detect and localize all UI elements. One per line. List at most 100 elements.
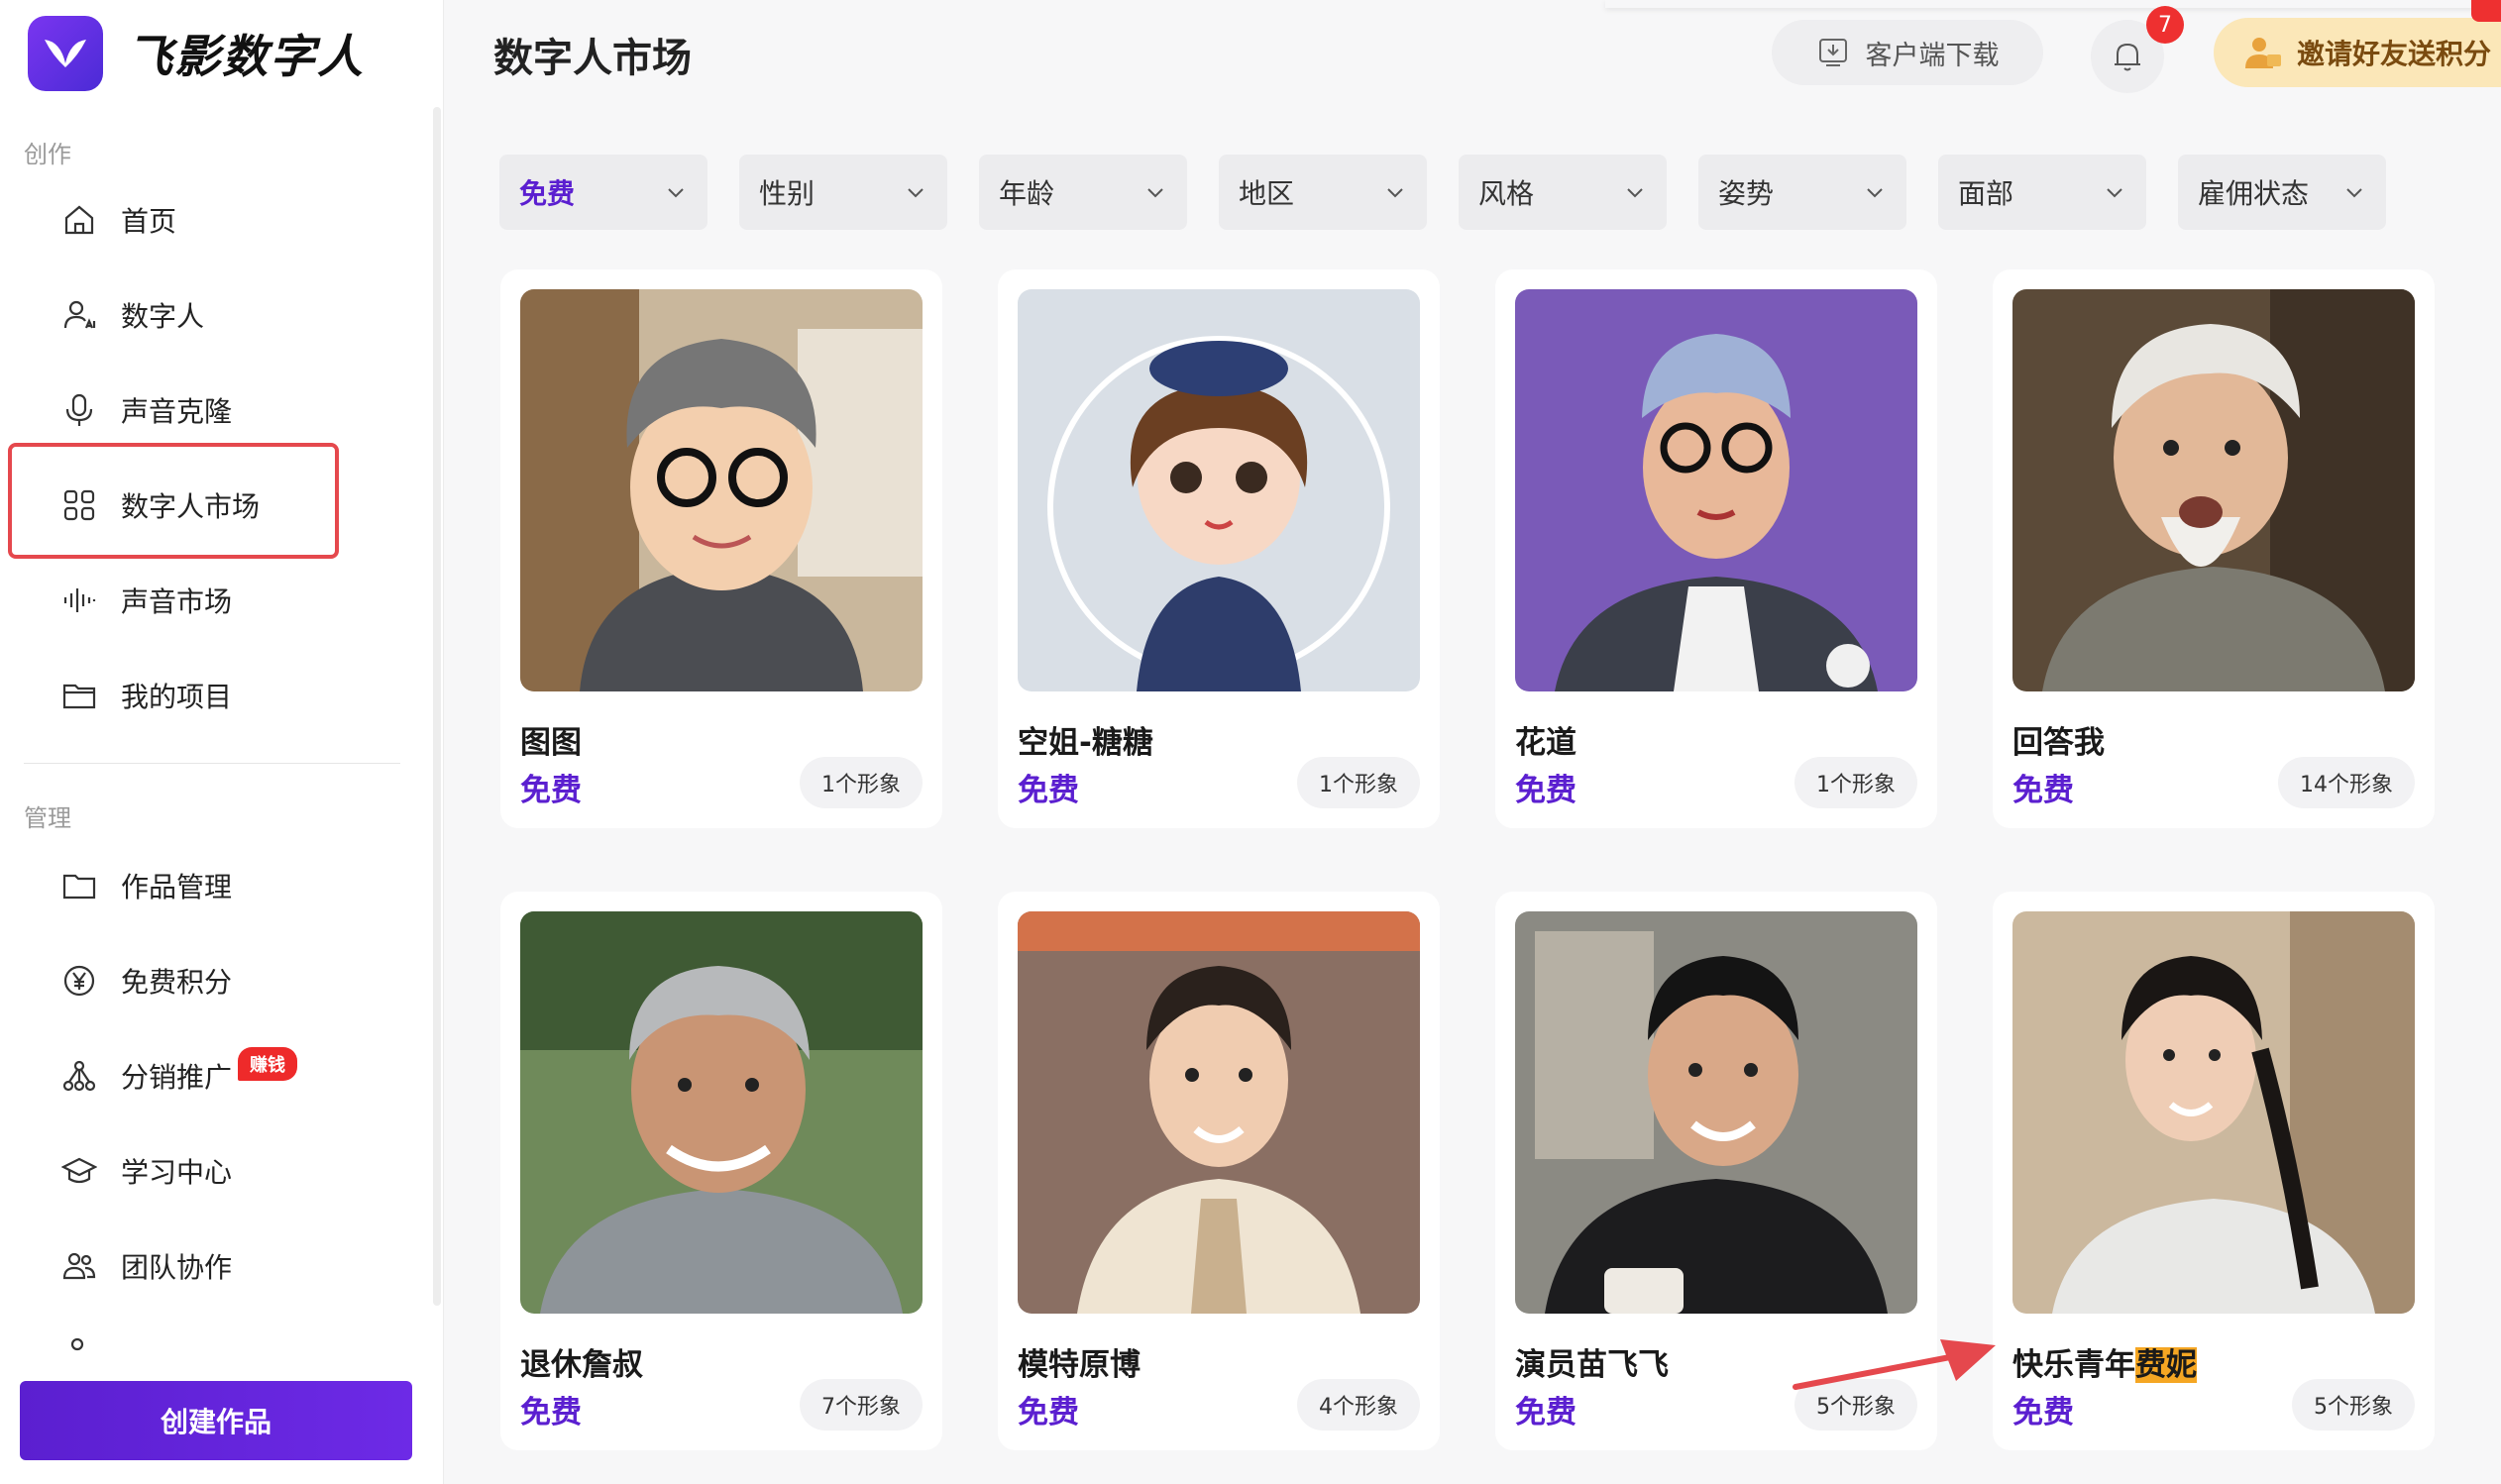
section-label-manage: 管理 [24,804,71,832]
filter-label: 姿势 [1718,177,1775,210]
corner-badge [2471,0,2501,22]
chevron-down-icon [668,188,684,198]
avatar-photo[interactable] [2012,289,2415,691]
yen-coin-icon [59,961,99,1001]
sidebar-item-my-projects[interactable]: 我的项目 [59,666,357,725]
app-logo-icon [28,16,103,91]
sidebar-scrollbar[interactable] [433,107,441,1306]
avatar-count-badge[interactable]: 5个形象 [2292,1379,2415,1431]
folder-outline-icon [59,866,99,905]
annotation-arrow-icon [1793,1339,1996,1390]
chevron-down-icon [1387,188,1403,198]
sidebar-item-free-points[interactable]: 免费积分 [59,951,357,1010]
avatar-price: 免费 [2012,1395,2074,1431]
section-label-create: 创作 [24,141,71,168]
sidebar-item-label: 声音市场 [121,585,233,618]
user-ai-icon [59,295,99,335]
client-download-button[interactable]: 客户端下载 [1772,20,2043,85]
sidebar-item-distribution[interactable]: 分销推广 [59,1046,357,1106]
filter-label: 雇佣状态 [2198,177,2310,210]
sidebar-item-voice-clone[interactable]: 声音克隆 [59,380,357,440]
sidebar-item-label: 首页 [121,205,177,238]
app-name: 飞影数字人 [127,30,365,83]
avatar-card[interactable]: 回答我 免费 14个形象 [1993,269,2435,828]
invite-friends-button[interactable]: 邀请好友送积分 [2214,18,2501,87]
avatar-count-badge[interactable]: 4个形象 [1297,1379,1420,1431]
network-icon [59,1056,99,1096]
bell-icon [2115,43,2140,71]
avatar-name: 空姐-糖糖 [1018,725,1153,761]
sidebar-item-digital-human[interactable]: 数字人 [59,285,357,345]
avatar-name-prefix: 快乐青年 [2012,1347,2135,1383]
avatar-count-badge[interactable]: 1个形象 [1794,757,1917,808]
avatar-price: 免费 [520,1395,582,1431]
avatar-name: 模特原博 [1018,1347,1141,1383]
filter-label: 风格 [1478,177,1535,210]
avatar-card[interactable]: 空姐-糖糖 免费 1个形象 [998,269,1440,828]
filter-label: 地区 [1239,177,1295,210]
filter-gender[interactable]: 性别 [739,155,947,230]
client-download-label: 客户端下载 [1865,40,2000,71]
sidebar-item-label: 声音克隆 [121,395,233,428]
sidebar-item-label: 学习中心 [121,1156,233,1189]
avatar-card[interactable]: 模特原博 免费 4个形象 [998,892,1440,1450]
avatar-count-badge[interactable]: 1个形象 [800,757,923,808]
filter-age[interactable]: 年龄 [979,155,1187,230]
filter-label: 面部 [1958,177,2014,210]
avatar-price: 免费 [2012,773,2074,808]
avatar-card[interactable]: 图图 免费 1个形象 [500,269,942,828]
avatar-photo[interactable] [1018,911,1420,1314]
avatar-name: 演员苗飞飞 [1515,1347,1669,1383]
popup-edge [1605,0,2501,8]
download-icon [1818,39,1847,66]
avatar-photo[interactable] [1515,289,1917,691]
avatar-price: 免费 [1515,1395,1577,1431]
filter-style[interactable]: 风格 [1459,155,1667,230]
avatar-name-highlight: 费妮 [2135,1347,2197,1383]
avatar-card[interactable]: 快乐青年费妮 免费 5个形象 [1993,892,2435,1450]
filter-price[interactable]: 免费 [499,155,707,230]
sidebar-item-label: 分销推广 [121,1061,233,1094]
avatar-card[interactable]: 退休詹叔 免费 7个形象 [500,892,942,1450]
avatar-card[interactable]: 花道 免费 1个形象 [1495,269,1937,828]
chevron-down-icon [1867,188,1883,198]
sidebar-item-learning[interactable]: 学习中心 [59,1141,357,1201]
avatar-photo[interactable] [1515,911,1917,1314]
filter-hire-status[interactable]: 雇佣状态 [2178,155,2386,230]
brand[interactable]: 飞影数字人 [28,16,365,91]
avatar-name: 花道 [1515,725,1577,761]
sidebar-item-label: 数字人 [121,300,205,333]
avatar-photo[interactable] [520,289,923,691]
microphone-icon [59,390,99,430]
avatar-photo[interactable] [2012,911,2415,1314]
sidebar-item-home[interactable]: 首页 [59,190,357,250]
home-icon [59,200,99,240]
avatar-photo[interactable] [520,911,923,1314]
filter-label: 年龄 [999,177,1055,210]
avatar-count-badge[interactable]: 1个形象 [1297,757,1420,808]
sidebar-item-label: 免费积分 [121,966,233,999]
filter-label: 免费 [519,177,576,210]
sidebar-item-works[interactable]: 作品管理 [59,856,357,915]
avatar-photo[interactable] [1018,289,1420,691]
avatar-price: 免费 [520,773,582,808]
sidebar-item-label: 我的项目 [121,681,233,713]
avatar-count-badge[interactable]: 7个形象 [800,1379,923,1431]
chevron-down-icon [908,188,924,198]
sidebar-item-label: 团队协作 [121,1251,233,1284]
avatar-price: 免费 [1018,773,1079,808]
avatar-price: 免费 [1018,1395,1079,1431]
chevron-down-icon [2107,188,2122,198]
notification-count-badge: 7 [2146,6,2184,44]
avatar-count-badge[interactable]: 14个形象 [2278,757,2415,808]
team-icon [59,1246,99,1286]
filter-region[interactable]: 地区 [1219,155,1427,230]
filter-face[interactable]: 面部 [1938,155,2146,230]
page-title: 数字人市场 [493,36,692,81]
sidebar-item-team[interactable]: 团队协作 [59,1236,357,1296]
earn-badge: 赚钱 [238,1047,297,1081]
filter-pose[interactable]: 姿势 [1698,155,1906,230]
sidebar: 飞影数字人 创作 首页 数字人 声音克隆 数字人市场 声音市场 我的项目 管理 … [0,0,444,1484]
create-work-button[interactable]: 创建作品 [20,1381,412,1460]
sidebar-item-voice-market[interactable]: 声音市场 [59,571,357,630]
